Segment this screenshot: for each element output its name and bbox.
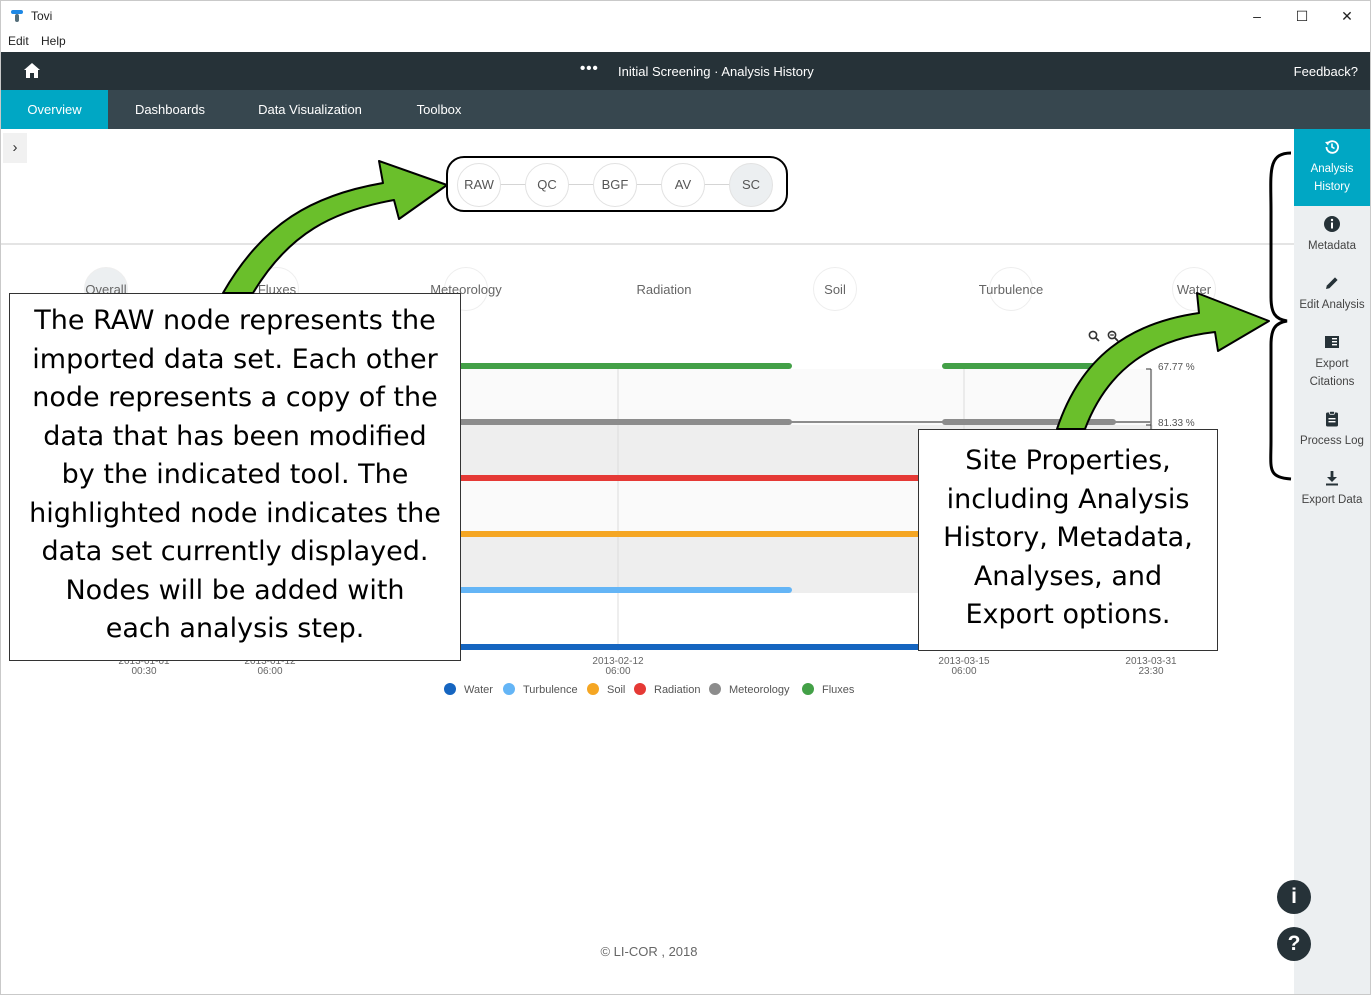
tab-bar: Overview Dashboards Data Visualization T… [1,90,1370,129]
x-tick-time: 23:30 [1138,666,1163,677]
legend-swatch [802,683,814,695]
tab-overview[interactable]: Overview [1,90,108,129]
callout-line: imported data set. Each other [32,343,438,375]
category-radiation[interactable]: Radiation [604,282,724,297]
minimize-button[interactable]: – [1247,6,1267,26]
callout-nodes-explanation: The RAW node represents the imported dat… [9,293,461,661]
sidebar-item-label: Process Log [1300,435,1364,447]
copyright-footer: © LI-COR , 2018 [600,944,698,959]
callout-line: Analyses, and [973,560,1163,592]
legend-swatch [503,683,515,695]
tab-toolbox[interactable]: Toolbox [399,90,479,129]
left-arrow-annotation [222,160,448,294]
info-icon [1324,216,1340,232]
app-window: Tovi – ☐ ✕ Edit Help ••• Initial Screeni… [0,0,1371,995]
maximize-button[interactable]: ☐ [1292,6,1312,26]
menu-edit[interactable]: Edit [8,34,29,48]
download-icon [1326,471,1338,486]
category-water[interactable]: Water [1134,282,1254,297]
category-soil[interactable]: Soil [775,282,895,297]
sidebar-item-label: Analysis History [1310,163,1354,193]
callout-line: The RAW node represents the [34,305,436,336]
title-bar: Tovi – ☐ ✕ [1,1,1370,31]
callout-line: data set currently displayed. [41,536,429,567]
callout-line: including Analysis [946,483,1190,515]
sidebar-item-analysis-history[interactable]: Analysis History [1294,129,1370,206]
legend-item-radiation[interactable]: Radiation [654,684,700,696]
tab-dashboards[interactable]: Dashboards [115,90,225,129]
tab-data-visualization[interactable]: Data Visualization [241,90,379,129]
x-tick-time: 06:00 [257,666,282,677]
callout-line: highlighted node indicates the [29,497,441,529]
expand-panel-toggle[interactable]: › [3,133,27,163]
sidebar-item-label: Export Citations [1309,358,1355,388]
pencil-icon [1326,277,1338,289]
legend-swatch [634,683,646,695]
legend-item-fluxes[interactable]: Fluxes [822,684,855,696]
more-options-icon[interactable]: ••• [580,60,599,77]
callout-line: Nodes will be added with [65,574,405,606]
sidebar-item-metadata[interactable]: Metadata [1294,215,1370,255]
menu-bar: Edit Help [1,31,1370,51]
legend-swatch [444,683,456,695]
section-divider [1,243,1294,245]
menu-help[interactable]: Help [41,34,66,48]
app-name: Tovi [31,9,53,23]
node-raw[interactable]: RAW [457,163,501,207]
tovi-logo-icon [11,10,23,22]
site-properties-sidebar: Analysis History Metadata Edit Analysis [1277,129,1370,994]
page-title: Initial Screening · Analysis History [618,64,814,79]
feedback-link[interactable]: Feedback? [1294,64,1358,79]
coverage-label: 67.77 % [1158,362,1195,373]
node-av[interactable]: AV [661,163,705,207]
callout-line: data that has been modified [43,420,427,452]
sidebar-item-label: Edit Analysis [1299,299,1365,311]
callout-line: History, Metadata, [943,522,1193,553]
x-tick-time: 06:00 [605,666,630,677]
help-button[interactable]: ? [1277,927,1311,961]
callout-line: Site Properties, [965,445,1171,476]
citation-icon [1325,336,1339,348]
node-qc[interactable]: QC [525,163,569,207]
history-icon [1325,140,1339,154]
x-tick-time: 06:00 [951,666,976,677]
legend-swatch [709,683,721,695]
app-header: ••• Initial Screening · Analysis History… [1,52,1370,90]
node-sc[interactable]: SC [729,163,773,207]
x-tick-time: 00:30 [131,666,156,677]
coverage-label: 81.33 % [1158,418,1195,429]
legend-item-water[interactable]: Water [464,684,493,696]
sidebar-item-process-log[interactable]: Process Log [1294,410,1370,450]
sidebar-item-edit-analysis[interactable]: Edit Analysis [1294,274,1370,314]
legend-item-soil[interactable]: Soil [607,684,625,696]
node-bgf[interactable]: BGF [593,163,637,207]
callout-line: by the indicated tool. The [61,459,409,490]
sidebar-item-export-citations[interactable]: Export Citations [1294,333,1370,391]
sidebar-item-export-data[interactable]: Export Data [1294,469,1370,509]
info-button[interactable]: i [1277,880,1311,914]
callout-site-properties: Site Properties, including Analysis Hist… [918,429,1218,651]
callout-line: each analysis step. [105,613,365,644]
category-turbulence[interactable]: Turbulence [951,282,1071,297]
legend-item-meteorology[interactable]: Meteorology [729,684,790,696]
callout-line: Export options. [965,599,1171,630]
close-button[interactable]: ✕ [1337,6,1357,26]
sidebar-item-label: Export Data [1301,494,1363,506]
clipboard-icon [1326,410,1338,427]
sidebar-item-label: Metadata [1308,240,1356,252]
callout-line: node represents a copy of the [32,382,438,413]
legend-item-turbulence[interactable]: Turbulence [523,684,578,696]
home-icon[interactable] [23,62,41,79]
legend-swatch [587,683,599,695]
